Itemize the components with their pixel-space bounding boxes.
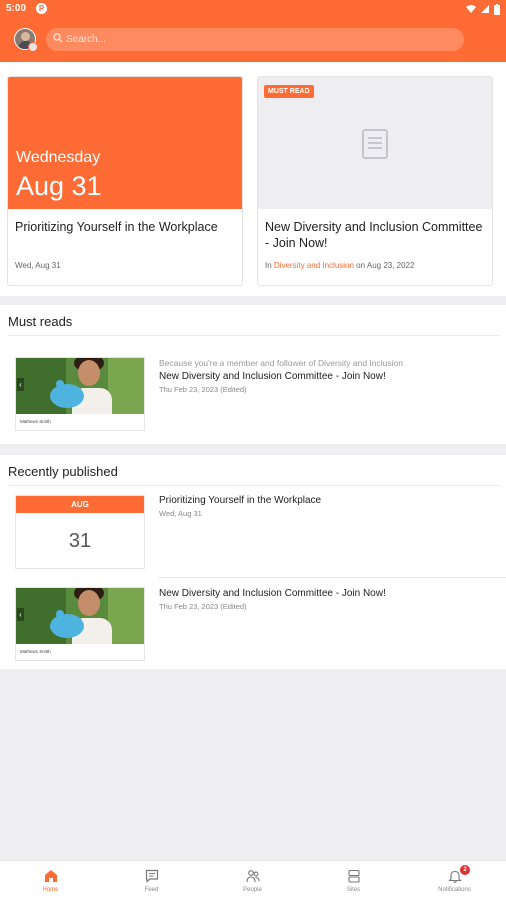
nav-label: Sites xyxy=(346,887,361,893)
system-icons xyxy=(466,2,500,16)
home-icon xyxy=(45,870,57,882)
meta-suffix: on Aug 23, 2022 xyxy=(353,261,415,270)
meta-prefix: In xyxy=(265,261,274,270)
item-title: Prioritizing Yourself in the Workplace xyxy=(159,495,322,506)
item-title: New Diversity and Inclusion Committee - … xyxy=(159,588,386,599)
nav-sites[interactable]: Sites xyxy=(303,861,404,900)
avatar-status-icon xyxy=(28,42,38,52)
section-heading: Must reads xyxy=(8,314,73,329)
nav-people[interactable]: People xyxy=(202,861,303,900)
notification-count-badge: 2 xyxy=(460,865,470,875)
card-title: New Diversity and Inclusion Committee - … xyxy=(265,220,483,250)
hero-date: Aug 31 xyxy=(16,171,102,201)
photo-caption: Mathews Smith xyxy=(20,649,51,654)
hero-weekday: Wednesday xyxy=(16,149,101,166)
item-title: New Diversity and Inclusion Committee - … xyxy=(159,371,386,382)
divider xyxy=(8,335,500,336)
item-date: Wed, Aug 31 xyxy=(159,509,202,518)
chevron-left-icon: ‹ xyxy=(17,378,24,391)
card-meta: In Diversity and Inclusion on Aug 23, 20… xyxy=(265,261,414,270)
people-icon xyxy=(246,870,260,883)
chevron-left-icon: ‹ xyxy=(17,608,24,621)
featured-card[interactable]: Wednesday Aug 31 Prioritizing Yourself i… xyxy=(7,76,243,286)
signal-icon xyxy=(481,5,489,13)
search-input[interactable] xyxy=(66,31,446,48)
photo-woman-piggy-bank: ‹ xyxy=(16,358,144,414)
nav-label: People xyxy=(243,887,262,893)
status-bar: 5:00 P xyxy=(0,0,506,18)
sites-icon xyxy=(348,869,360,883)
divider xyxy=(159,577,506,578)
status-time: 5:00 xyxy=(6,3,27,14)
item-date: Thu Feb 23, 2023 (Edited) xyxy=(159,385,247,394)
recently-published-section: Recently published AUG 31 Prioritizing Y… xyxy=(0,455,506,669)
site-link[interactable]: Diversity and Inclusion xyxy=(274,261,354,270)
article-thumbnail[interactable]: ‹ Mathews Smith xyxy=(15,357,145,431)
photo-woman-piggy-bank: ‹ xyxy=(16,588,144,644)
list-item[interactable]: Because you're a member and follower of … xyxy=(159,358,403,394)
must-reads-section: Must reads ‹ Mathews Smith Because you'r… xyxy=(0,305,506,444)
divider xyxy=(8,485,500,486)
card-title: Prioritizing Yourself in the Workplace xyxy=(15,220,218,234)
featured-card[interactable]: MUST READ New Diversity and Inclusion Co… xyxy=(257,76,493,286)
calendar-month: AUG xyxy=(16,496,144,513)
article-thumbnail[interactable]: ‹ Mathews Smith xyxy=(15,587,145,661)
nav-label: Feed xyxy=(144,887,159,893)
must-read-badge: MUST READ xyxy=(264,85,314,98)
calendar-day: 31 xyxy=(68,530,92,552)
search-bar[interactable] xyxy=(46,28,464,51)
date-hero: Wednesday Aug 31 xyxy=(8,77,242,209)
recommendation-reason: Because you're a member and follower of … xyxy=(159,358,403,368)
nav-notifications[interactable]: 2 Notifications xyxy=(404,861,505,900)
app-bar xyxy=(0,18,506,62)
feed-icon xyxy=(145,869,159,883)
card-date: Wed, Aug 31 xyxy=(15,261,61,270)
photo-caption: Mathews Smith xyxy=(20,419,51,424)
nav-feed[interactable]: Feed xyxy=(101,861,202,900)
battery-icon xyxy=(494,3,500,15)
search-icon xyxy=(53,33,63,43)
document-icon xyxy=(362,129,388,159)
card-placeholder-image: MUST READ xyxy=(258,77,492,209)
section-heading: Recently published xyxy=(8,464,118,479)
app-notification-icon: P xyxy=(36,3,47,14)
bottom-navigation: Home Feed People Sites 2 Notifications xyxy=(0,860,506,900)
nav-label: Home xyxy=(42,887,59,893)
list-item[interactable]: New Diversity and Inclusion Committee - … xyxy=(159,588,386,611)
list-item[interactable]: Prioritizing Yourself in the Workplace W… xyxy=(159,495,321,518)
nav-home[interactable]: Home xyxy=(0,861,101,900)
wifi-icon xyxy=(466,5,476,13)
item-date: Thu Feb 23, 2023 (Edited) xyxy=(159,602,247,611)
calendar-thumbnail[interactable]: AUG 31 xyxy=(15,495,145,569)
nav-label: Notifications xyxy=(438,887,471,893)
